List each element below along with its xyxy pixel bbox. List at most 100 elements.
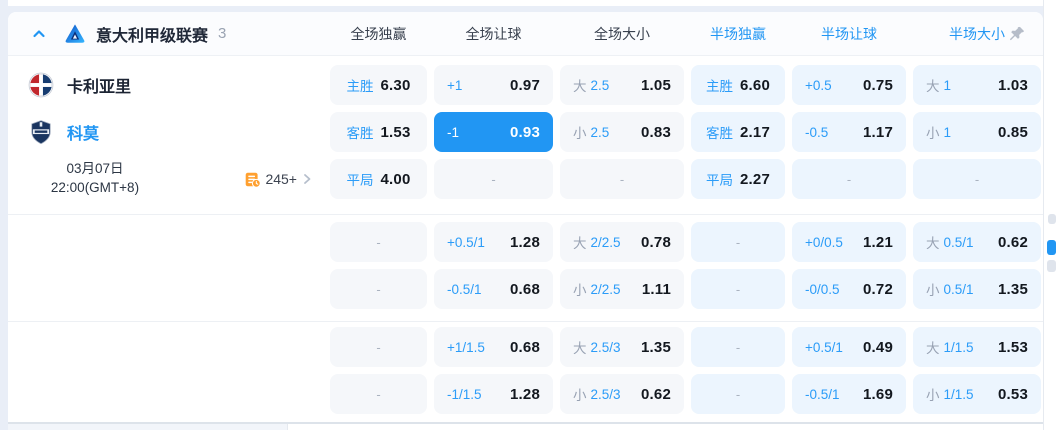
odds-label: - [846,171,852,187]
odds-cell[interactable]: +0.5 0.75 [792,65,906,105]
odds-cell[interactable]: 小 0.5/1 1.35 [913,269,1041,309]
odds-value: 1.35 [998,280,1028,298]
odds-label: 平局 [706,173,733,188]
odds-cell[interactable]: +1 0.97 [434,65,553,105]
odds-cell-empty: - [913,159,1041,199]
odds-value: 6.60 [740,76,770,94]
cutoff-fragment [1047,260,1056,272]
cutoff-fragment [1048,214,1056,224]
column-header[interactable]: 半场独赢 [691,24,785,44]
odds-label: -0.5 [805,124,829,140]
odds-label: 1/1.5 [943,386,974,402]
odds-prefix: 小 [573,388,587,403]
more-markets-link[interactable]: 245+ [244,171,313,188]
column-header[interactable]: 全场大小 [560,24,684,44]
odds-value: 0.78 [641,233,671,251]
odds-value: 0.75 [863,76,893,94]
odds-label: - [376,386,381,402]
odds-prefix: 大 [926,341,940,356]
odds-cell[interactable]: 客胜 1.53 [330,112,427,152]
column-header[interactable]: 半场让球 [792,24,906,44]
away-team-row[interactable]: 科莫 [8,112,323,152]
odds-cell[interactable]: +0/0.5 1.21 [792,222,906,262]
odds-value: 1.03 [998,76,1028,94]
odds-cell[interactable]: 平局 2.27 [691,159,785,199]
odds-cell[interactable]: 大 2.5 1.05 [560,65,684,105]
odds-cell[interactable]: +0.5/1 0.49 [792,327,906,367]
chevron-up-icon [33,29,45,37]
odds-cell[interactable]: 小 1/1.5 0.53 [913,374,1041,414]
odds-cell[interactable]: +1/1.5 0.68 [434,327,553,367]
odds-cell[interactable]: 大 1/1.5 1.53 [913,327,1041,367]
odds-cell[interactable]: 大 2.5/3 1.35 [560,327,684,367]
odds-cell-empty: - [330,222,427,262]
odds-section-alt-1: - +0.5/1 1.28 大 2/2.5 0.78- +0/0.5 1.21 大 0.5/1 0.… [8,215,1043,321]
odds-cell[interactable]: -1/1.5 1.28 [434,374,553,414]
odds-prefix: 小 [926,283,940,298]
match-meta-row: 03月07日 22:00(GMT+8) 245+ [8,159,323,199]
markets-count: 245+ [265,171,297,187]
odds-label: 主胜 [346,79,374,94]
odds-cell[interactable]: -0/0.5 0.72 [792,269,906,309]
odds-cell[interactable]: 大 1 1.03 [913,65,1041,105]
odds-cell[interactable]: 小 1 0.85 [913,112,1041,152]
odds-value: 1.17 [863,123,893,141]
odds-cell[interactable]: 主胜 6.60 [691,65,785,105]
odds-label: -1/1.5 [447,386,482,402]
odds-label: -1 [447,124,460,140]
odds-cell[interactable]: 小 2.5/3 0.62 [560,374,684,414]
odds-value: 4.00 [380,170,411,188]
odds-cell[interactable]: -1 0.93 [434,112,553,152]
odds-prefix: 大 [926,236,940,251]
odds-cell[interactable]: 大 0.5/1 0.62 [913,222,1041,262]
odds-cell[interactable]: 客胜 2.17 [691,112,785,152]
odds-label: - [735,386,741,402]
next-row-cutoff-left [8,424,288,430]
odds-label: +1 [447,77,463,93]
odds-prefix: 大 [573,79,587,94]
collapse-button[interactable] [28,23,50,45]
odds-cell[interactable]: 大 2/2.5 0.78 [560,222,684,262]
odds-cell-empty: - [691,222,785,262]
odds-cell[interactable]: -0.5 1.17 [792,112,906,152]
home-team-row[interactable]: 卡利亚里 [8,65,323,105]
odds-label: 客胜 [346,126,374,141]
league-title: 意大利甲级联赛 [96,27,209,45]
odds-section-main: 卡利亚里 科莫 03月07日 22:00(GMT+8) 245+ 主胜 6.30… [8,56,1043,214]
home-team-name: 卡利亚里 [67,79,132,96]
odds-value: 1.69 [863,385,893,403]
odds-cell-empty: - [330,327,427,367]
pushpin-icon[interactable] [1007,24,1027,44]
odds-value: 0.53 [998,385,1028,403]
odds-label: - [735,339,741,355]
column-header[interactable]: 全场让球 [434,24,553,44]
odds-label: 2.5 [590,124,610,140]
league-logo-icon [65,23,85,43]
odds-value: 1.05 [641,76,671,94]
column-header[interactable]: 全场独赢 [330,24,427,44]
odds-prefix: 小 [926,388,940,403]
match-date: 03月07日 [66,161,124,177]
odds-cell-empty: - [434,159,553,199]
odds-label: 平局 [346,173,374,188]
odds-label: +0/0.5 [805,234,843,250]
odds-value: 0.72 [863,280,893,298]
odds-value: 1.21 [863,233,893,251]
odds-prefix: 小 [573,283,587,298]
odds-label: 主胜 [706,79,733,94]
odds-value: 1.28 [510,233,540,251]
odds-cell[interactable]: 小 2.5 0.83 [560,112,684,152]
odds-cell[interactable]: 主胜 6.30 [330,65,427,105]
away-team-logo-icon [31,120,51,145]
odds-cell[interactable]: -0.5/1 1.69 [792,374,906,414]
odds-cell[interactable]: 平局 4.00 [330,159,427,199]
odds-value: 0.97 [510,76,540,94]
odds-cell[interactable]: 小 2/2.5 1.11 [560,269,684,309]
odds-cell[interactable]: +0.5/1 1.28 [434,222,553,262]
cutoff-fragment [1047,240,1056,255]
odds-label: 2/2.5 [590,281,621,297]
odds-label: - [735,234,741,250]
markets-icon [246,172,262,188]
odds-cell[interactable]: -0.5/1 0.68 [434,269,553,309]
odds-prefix: 大 [573,341,587,356]
